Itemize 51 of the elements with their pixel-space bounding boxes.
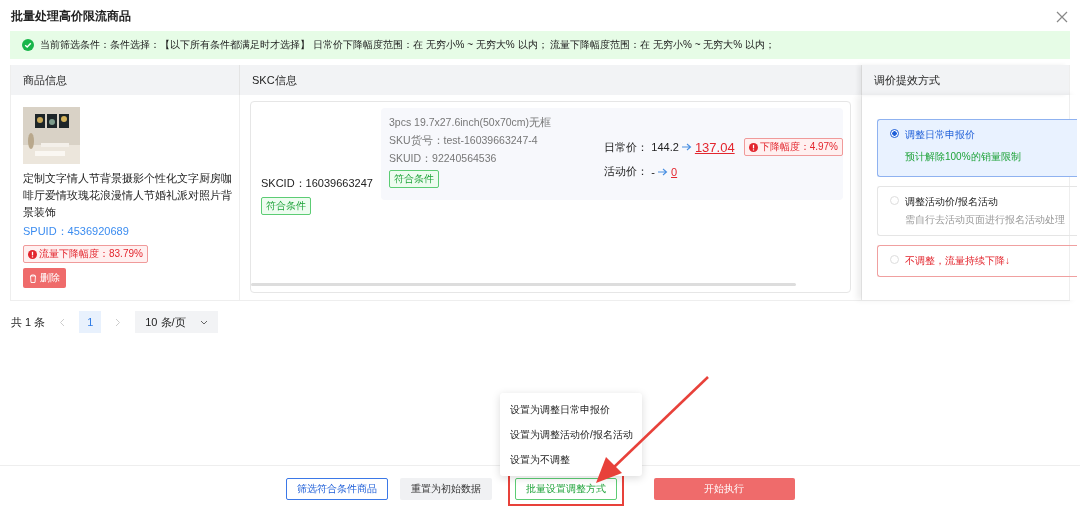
page-size-select[interactable]: 10 条/页 [135,311,218,333]
product-title: 定制文字情人节背景摄影个性化文字厨房咖啡厅爱情玫瑰花浪漫情人节婚礼派对照片背景装饰 [23,171,233,220]
sku-number: SKU货号：test-16039663247-4 [389,134,538,148]
column-header: 调价提效方式 [862,65,1069,95]
adjust-option[interactable]: 调整日常申报价 预计解除100%的销量限制 [877,119,1077,177]
trash-icon [29,273,37,283]
next-page-icon[interactable] [115,317,122,327]
adjust-option[interactable]: 调整活动价/报名活动 需自行去活动页面进行报名活动处理 [877,186,1077,236]
filter-text: 当前筛选条件：条件选择：【以下所有条件都满足时才选择】 日常价下降幅度范围：在 无穷小% ~ 无穷大% 以内； 流量下降幅度范围：在 无穷小% ~ 无穷大% 以内； [40,38,776,52]
sku-id: SKUID：92240564536 [389,152,497,166]
page-button[interactable]: 1 [79,311,102,333]
arrow-icon [681,143,692,151]
radio-button[interactable] [890,129,899,138]
new-price-link[interactable]: 0 [671,165,678,178]
option-label: 调整活动价/报名活动 [905,195,999,209]
match-tag: 符合条件 [389,170,439,188]
option-label: 调整日常申报价 [905,128,976,142]
alert-icon [28,249,37,259]
badge-text: 下降幅度：4.97% [759,140,838,154]
column-header: 商品信息 [11,65,240,95]
option-note: 预计解除100%的销量限制 [905,150,1021,164]
dialog-title: 批量处理高价限流商品 [11,8,131,25]
price-label: 活动价： [604,164,649,179]
old-price: - [651,165,655,178]
sku-name: 3pcs 19.7x27.6inch(50x70cm)无框 [389,116,552,130]
new-price-link[interactable]: 137.04 [694,139,735,155]
chevron-down-icon [199,319,208,325]
skc-id: SKCID：16039663247 [261,175,373,191]
option-label: 不调整，流量持续下降↓ [905,254,1010,268]
alert-icon [748,142,758,152]
scrollbar[interactable] [251,283,796,286]
old-price: 144.2 [651,141,679,153]
match-tag: 符合条件 [261,196,311,215]
menu-item[interactable]: 设置为调整日常申报价 [500,397,642,422]
badge-text: 流量下降幅度：83.79% [39,247,143,261]
option-note: 需自行去活动页面进行报名活动处理 [905,213,1065,227]
check-circle-icon [22,39,34,51]
total-count: 共 1 条 [11,314,46,330]
adjust-option[interactable]: 不调整，流量持续下降↓ [877,245,1077,277]
previous-page-icon[interactable] [59,317,66,327]
footer-button[interactable]: 重置为初始数据 [399,478,492,500]
delete-button[interactable]: 删除 [23,268,66,288]
menu-item[interactable]: 设置为不调整 [500,447,642,472]
spuid-link[interactable]: SPUID：4536920689 [23,224,129,239]
price-label: 日常价： [604,139,649,155]
batch-set-button[interactable]: 批量设置调整方式 [514,478,617,500]
close-icon[interactable] [1056,10,1068,23]
arrow-icon [658,167,668,176]
menu-item[interactable]: 设置为调整活动价/报名活动 [500,422,642,447]
footer-button[interactable]: 筛选符合条件商品 [285,478,388,500]
footer-button[interactable]: 开始执行 [653,478,795,500]
